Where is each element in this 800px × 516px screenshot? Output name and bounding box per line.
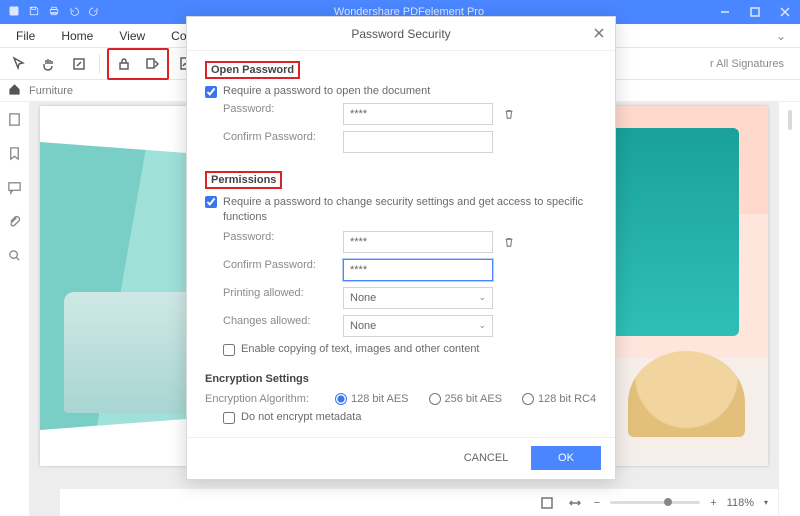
thumbnails-icon[interactable] (7, 112, 22, 132)
require-open-password-label: Require a password to open the document (223, 85, 430, 97)
close-window-button[interactable] (770, 0, 800, 24)
chevron-down-icon: ⌄ (478, 292, 486, 303)
no-encrypt-metadata-label: Do not encrypt metadata (241, 411, 361, 423)
changes-allowed-value: None (350, 320, 376, 332)
cancel-button[interactable]: CANCEL (451, 446, 521, 470)
require-permissions-password-checkbox[interactable] (205, 196, 217, 208)
perm-password-label: Password: (223, 231, 343, 243)
bookmarks-icon[interactable] (7, 146, 22, 166)
enable-copy-label: Enable copying of text, images and other… (241, 343, 480, 355)
perm-confirm-field[interactable] (343, 259, 493, 281)
chevron-down-icon: ⌄ (478, 320, 486, 331)
encryption-heading: Encryption Settings (205, 373, 309, 385)
fit-width-icon[interactable] (566, 494, 584, 512)
save-icon[interactable] (28, 5, 40, 20)
zoom-dropdown-icon[interactable]: ▾ (764, 498, 768, 507)
search-icon[interactable] (7, 248, 22, 268)
zoom-plus-icon[interactable]: + (710, 497, 716, 509)
redo-icon[interactable] (88, 5, 100, 20)
open-password-heading: Open Password (205, 61, 300, 79)
printing-allowed-select[interactable]: None ⌄ (343, 287, 493, 309)
maximize-button[interactable] (740, 0, 770, 24)
edit-tool-icon[interactable] (66, 51, 92, 77)
minimize-button[interactable] (710, 0, 740, 24)
collapse-ribbon-icon[interactable]: ⌄ (766, 29, 796, 43)
attachments-icon[interactable] (7, 214, 22, 234)
menu-file[interactable]: File (4, 27, 47, 45)
password-security-dialog: Password Security Open Password Require … (186, 16, 616, 480)
enc-256aes-radio[interactable]: 256 bit AES (429, 393, 503, 405)
permissions-heading: Permissions (205, 171, 282, 189)
dialog-title: Password Security (351, 27, 450, 41)
perm-confirm-label: Confirm Password: (223, 259, 343, 271)
ok-button[interactable]: OK (531, 446, 601, 470)
password-protect-icon[interactable] (111, 51, 137, 77)
remove-security-icon[interactable] (139, 51, 165, 77)
clear-perm-password-icon[interactable] (499, 232, 519, 252)
home-icon[interactable] (8, 83, 21, 99)
enable-copy-checkbox[interactable] (223, 344, 235, 356)
changes-allowed-select[interactable]: None ⌄ (343, 315, 493, 337)
open-confirm-label: Confirm Password: (223, 131, 343, 143)
protect-group-highlight (107, 48, 169, 80)
app-logo-icon (8, 5, 20, 20)
enc-128rc4-radio[interactable]: 128 bit RC4 (522, 393, 596, 405)
require-permissions-password-label: Require a password to change security se… (223, 195, 597, 225)
clear-open-password-icon[interactable] (499, 104, 519, 124)
open-confirm-field[interactable] (343, 131, 493, 153)
print-icon[interactable] (48, 5, 60, 20)
encryption-algorithm-label: Encryption Algorithm: (205, 393, 335, 405)
menu-home[interactable]: Home (49, 27, 105, 45)
open-password-label: Password: (223, 103, 343, 115)
breadcrumb-label: Furniture (29, 85, 73, 97)
menu-view[interactable]: View (107, 27, 157, 45)
dialog-close-button[interactable] (591, 25, 607, 41)
select-tool-icon[interactable] (6, 51, 32, 77)
open-password-field[interactable] (343, 103, 493, 125)
enc-128aes-radio[interactable]: 128 bit AES (335, 393, 409, 405)
status-bar: − + 118% ▾ (60, 488, 778, 516)
no-encrypt-metadata-checkbox[interactable] (223, 412, 235, 424)
printing-allowed-value: None (350, 292, 376, 304)
fit-page-icon[interactable] (538, 494, 556, 512)
left-sidebar (0, 102, 30, 516)
perm-password-field[interactable] (343, 231, 493, 253)
changes-allowed-label: Changes allowed: (223, 315, 343, 327)
zoom-value: 118% (727, 497, 754, 509)
zoom-minus-icon[interactable]: − (594, 497, 600, 509)
clear-signatures-link[interactable]: r All Signatures (710, 58, 794, 70)
zoom-slider[interactable] (610, 501, 700, 504)
require-open-password-checkbox[interactable] (205, 86, 217, 98)
hand-tool-icon[interactable] (36, 51, 62, 77)
right-panel-handle[interactable] (778, 102, 800, 516)
printing-allowed-label: Printing allowed: (223, 287, 343, 299)
comments-icon[interactable] (7, 180, 22, 200)
undo-icon[interactable] (68, 5, 80, 20)
